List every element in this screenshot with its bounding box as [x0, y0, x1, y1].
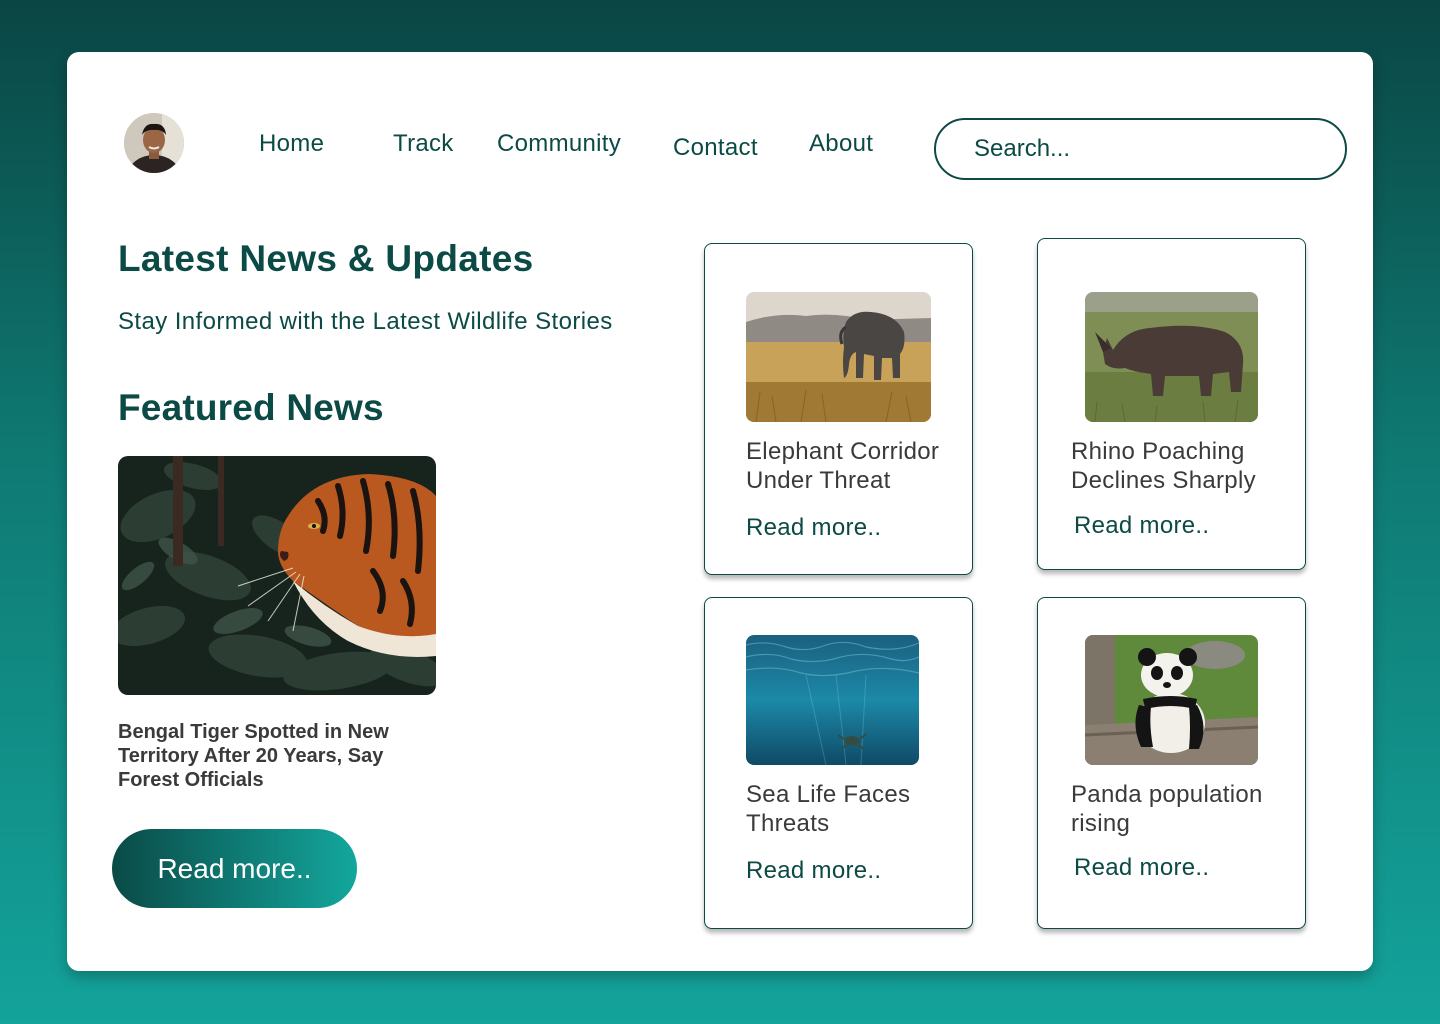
- page-title: Latest News & Updates: [118, 238, 534, 279]
- nav-home[interactable]: Home: [259, 130, 324, 158]
- avatar[interactable]: [124, 113, 184, 173]
- read-more-link-rhino[interactable]: Read more..: [1074, 512, 1209, 540]
- card-title-panda: Panda population rising: [1071, 781, 1263, 837]
- nav-contact[interactable]: Contact: [673, 134, 758, 162]
- panda-image[interactable]: [1085, 635, 1258, 765]
- card-title-rhino: Rhino Poaching Declines Sharply: [1071, 438, 1256, 494]
- sea-turtle-image[interactable]: [746, 635, 919, 765]
- page-subtitle: Stay Informed with the Latest Wildlife S…: [118, 308, 613, 335]
- featured-read-more-button[interactable]: Read more..: [112, 829, 357, 908]
- read-more-link-sea-life[interactable]: Read more..: [746, 857, 881, 885]
- card-title-sea-life: Sea Life Faces Threats: [746, 781, 911, 837]
- featured-headline: Bengal Tiger Spotted in New Territory Af…: [118, 721, 389, 791]
- featured-heading: Featured News: [118, 387, 384, 428]
- rhino-image[interactable]: [1085, 292, 1258, 422]
- search-input[interactable]: [934, 118, 1347, 180]
- card-title-elephant: Elephant Corridor Under Threat: [746, 438, 940, 494]
- nav-about[interactable]: About: [809, 130, 873, 158]
- nav-track[interactable]: Track: [393, 130, 454, 158]
- featured-tiger-image[interactable]: [118, 456, 436, 695]
- read-more-link-panda[interactable]: Read more..: [1074, 854, 1209, 882]
- read-more-link-elephant[interactable]: Read more..: [746, 514, 881, 542]
- elephant-image[interactable]: [746, 292, 931, 422]
- nav-community[interactable]: Community: [497, 130, 621, 158]
